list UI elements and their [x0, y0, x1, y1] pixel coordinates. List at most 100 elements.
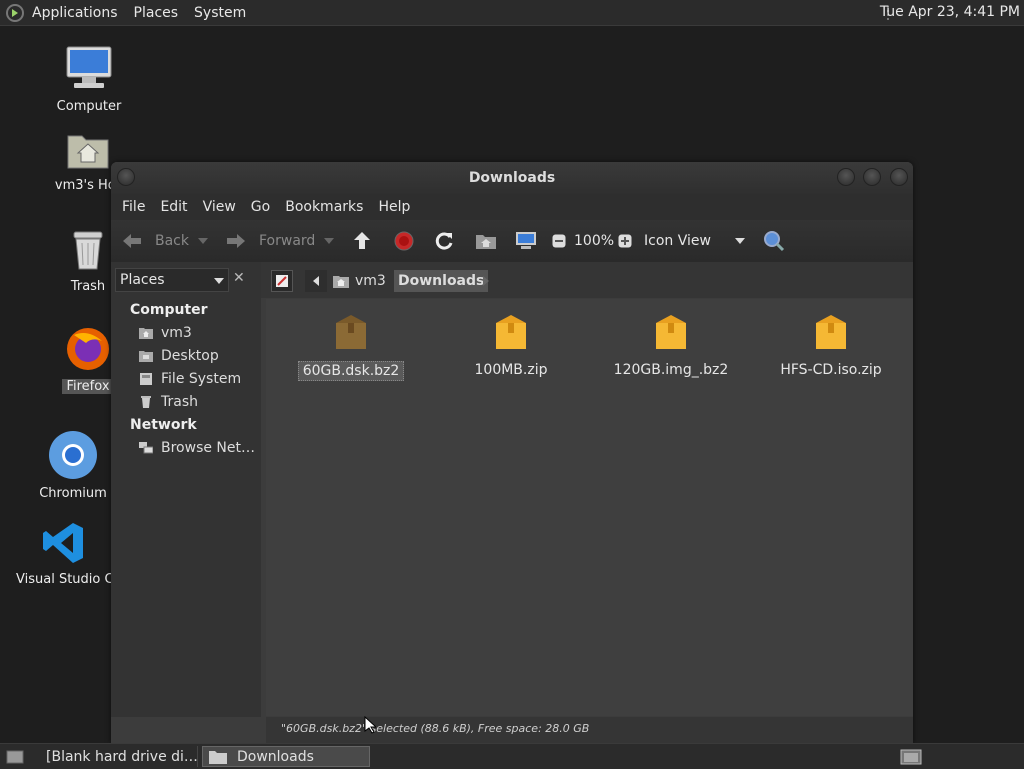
window-title: Downloads [468, 170, 556, 186]
archive-icon [336, 315, 366, 349]
show-desktop-icon [6, 750, 24, 763]
firefox-icon [67, 328, 109, 370]
menu-view[interactable]: View [196, 199, 244, 215]
workspace-icon [900, 749, 922, 764]
trash-icon [141, 396, 151, 408]
archive-icon [496, 315, 526, 349]
breadcrumb-vm3[interactable]: vm3 [333, 270, 386, 292]
show-desktop-button[interactable] [0, 746, 30, 767]
close-button[interactable] [890, 168, 908, 186]
menu-system[interactable]: System [186, 5, 254, 21]
sidebar-item-filesystem[interactable]: File System [139, 371, 241, 387]
desktop-icon-label: Trash [70, 279, 106, 294]
network-icon [139, 442, 153, 454]
top-panel: Applications Places System Tue Apr 23, 4… [0, 0, 1024, 26]
sidebar-item-browse-network[interactable]: Browse Net… [139, 440, 255, 456]
taskbar-item-label: Downloads [237, 748, 314, 765]
menu-file[interactable]: File [115, 199, 153, 215]
file-name: 100MB.zip [474, 362, 548, 378]
back-arrow-icon [123, 234, 141, 248]
desktop-folder-icon [139, 351, 153, 362]
computer-icon [66, 46, 112, 88]
home-folder-icon [476, 235, 496, 249]
workspace-switcher[interactable] [894, 746, 922, 767]
desktop-icon-label: Chromium [39, 486, 107, 501]
computer-button[interactable] [515, 220, 537, 262]
zoom-in-button[interactable] [618, 220, 632, 262]
sidebar-selector-value: Places [120, 272, 165, 288]
breadcrumb-scroll-left[interactable] [305, 270, 327, 292]
forward-arrow-icon [227, 234, 245, 248]
menubar: File Edit View Go Bookmarks Help [111, 194, 913, 220]
sidebar-close-icon[interactable]: ✕ [233, 270, 245, 286]
forward-button[interactable]: Forward [225, 220, 315, 262]
menu-applications[interactable]: Applications [24, 5, 126, 21]
file-name: 60GB.dsk.bz2 [297, 361, 405, 381]
file-item[interactable]: 120GB.img_.bz2 [601, 311, 741, 379]
taskbar-item-firefox[interactable]: [Blank hard drive di… [32, 746, 198, 767]
breadcrumb-label: Downloads [398, 273, 485, 289]
desktop-icon-trash[interactable]: Trash [58, 229, 118, 294]
search-icon [764, 231, 785, 252]
sidebar-item-vm3[interactable]: vm3 [139, 325, 192, 341]
maximize-button[interactable] [863, 168, 881, 186]
sidebar-section-network: Network [130, 417, 197, 433]
sidebar-selector[interactable]: Places [115, 268, 229, 292]
edit-location-button[interactable] [271, 270, 293, 292]
up-arrow-icon [354, 232, 370, 249]
file-item[interactable]: 60GB.dsk.bz2 [281, 311, 421, 381]
chevron-right-icon [483, 276, 489, 286]
desktop-icon-chromium[interactable]: Chromium [38, 430, 108, 501]
chromium-icon [49, 431, 97, 479]
home-folder-icon [67, 135, 109, 169]
chevron-left-icon [313, 276, 319, 286]
up-button[interactable] [352, 220, 372, 262]
back-history-dropdown[interactable] [198, 220, 208, 262]
back-button[interactable]: Back [121, 220, 189, 262]
desktop-icon-computer[interactable]: Computer [55, 45, 123, 114]
folder-icon [209, 750, 227, 764]
clock[interactable]: Tue Apr 23, 4:41 PM [880, 4, 1020, 20]
window-titlebar[interactable]: Downloads [111, 162, 913, 194]
sidebar-item-desktop[interactable]: Desktop [139, 348, 219, 364]
file-item[interactable]: 100MB.zip [441, 311, 581, 379]
breadcrumb-scroll-right[interactable] [483, 270, 489, 292]
menu-go[interactable]: Go [244, 199, 278, 215]
sidebar-item-trash[interactable]: Trash [139, 394, 198, 410]
file-name: 120GB.img_.bz2 [613, 362, 729, 378]
taskbar-item-downloads[interactable]: Downloads [202, 746, 370, 767]
forward-history-dropdown[interactable] [324, 220, 334, 262]
desktop-icon-vscode[interactable]: Visual Studio Co [16, 520, 122, 587]
breadcrumb-label: vm3 [355, 273, 386, 289]
zoom-level: 100% [574, 233, 615, 249]
file-item[interactable]: HFS-CD.iso.zip [761, 311, 901, 379]
trash-icon [73, 231, 103, 270]
menu-places[interactable]: Places [126, 5, 187, 21]
system-logo-icon[interactable] [6, 3, 24, 22]
menu-bookmarks[interactable]: Bookmarks [278, 199, 371, 215]
taskbar-item-label: [Blank hard drive di… [46, 748, 198, 765]
mouse-cursor-icon [364, 716, 376, 734]
stop-button[interactable] [394, 220, 414, 262]
sidebar-item-label: Browse Net… [161, 440, 256, 456]
desktop-icon-label: Computer [56, 99, 122, 114]
reload-button[interactable] [434, 220, 454, 262]
vscode-icon [43, 523, 83, 563]
sidebar-item-label: File System [161, 371, 242, 387]
zoom-out-button[interactable] [552, 220, 566, 262]
desktop-icon-firefox[interactable]: Firefox [62, 325, 114, 394]
file-view[interactable]: 60GB.dsk.bz2 100MB.zip 120GB.img_.bz2 HF… [266, 299, 913, 716]
forward-label: Forward [259, 233, 316, 249]
menu-help[interactable]: Help [371, 199, 418, 215]
minimize-button[interactable] [837, 168, 855, 186]
sidebar-item-label: vm3 [161, 325, 192, 341]
desktop-icon-label: Visual Studio Co [16, 572, 122, 587]
search-button[interactable] [763, 220, 785, 262]
breadcrumb-downloads[interactable]: Downloads [394, 270, 489, 292]
view-mode-select[interactable]: Icon View [644, 220, 748, 262]
desktop-icon-label: Firefox [62, 379, 114, 394]
home-button[interactable] [475, 220, 497, 262]
view-mode-value: Icon View [644, 233, 711, 249]
home-folder-icon [333, 276, 349, 288]
menu-edit[interactable]: Edit [153, 199, 195, 215]
